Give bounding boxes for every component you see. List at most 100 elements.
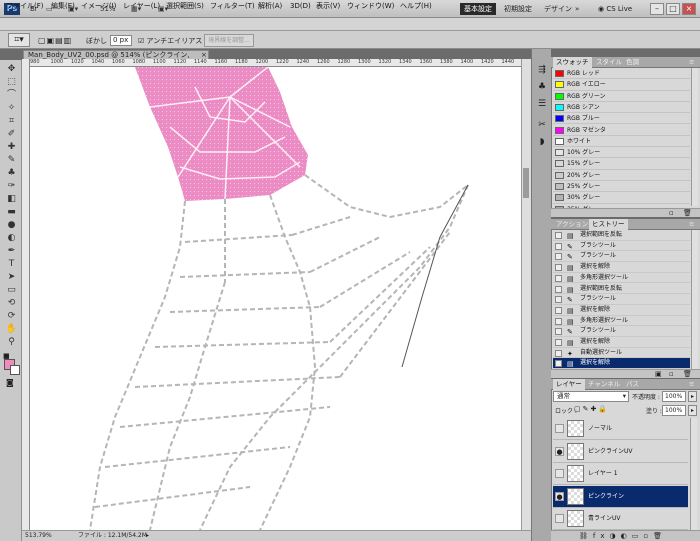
layer-name[interactable]: 青ラインUV — [588, 508, 621, 530]
move-tool-icon[interactable]: ✥ — [5, 64, 18, 74]
history-state[interactable]: ✎ ブラシツール — [553, 251, 690, 263]
history-state[interactable]: ✎ ブラシツール — [553, 294, 690, 305]
history-brush-source-box[interactable] — [555, 317, 562, 325]
menu-edit[interactable]: 編集(E) — [51, 1, 75, 12]
history-state[interactable]: ▤ 選択を解除 — [553, 262, 690, 273]
history-scrollbar[interactable] — [691, 230, 698, 369]
history-state[interactable]: ✦ 自動選択ツール — [553, 348, 690, 359]
maximize-button[interactable]: □ — [666, 3, 680, 15]
history-brush-source-box[interactable] — [555, 285, 562, 293]
swatch-item[interactable]: 25% グレー — [553, 181, 690, 193]
canvas-scroll-thumb[interactable] — [523, 168, 529, 198]
panel-menu-icon[interactable]: ≡ — [686, 57, 697, 68]
workspace-design-button[interactable]: デザイン — [544, 3, 572, 15]
refine-edge-button[interactable]: 境界線を調整... — [204, 34, 254, 47]
fill-slider-button[interactable]: ▸ — [688, 405, 697, 416]
swatch-item[interactable]: 15% グレー — [553, 158, 690, 170]
marquee-tool-icon[interactable]: ⬚ — [5, 77, 18, 87]
status-zoom[interactable]: 513.79% — [25, 531, 52, 541]
lock-icons[interactable]: ▢✎✚🔒 — [574, 405, 609, 413]
tab-adjustments[interactable]: 色調 — [623, 57, 642, 68]
clone-source-dock-icon[interactable]: ☰ — [536, 99, 548, 110]
hand-tool-icon[interactable]: ✋ — [5, 324, 18, 334]
menu-filter[interactable]: フィルター(T) — [210, 1, 255, 12]
gradient-tool-icon[interactable]: ▬ — [5, 207, 18, 217]
panel-menu-icon[interactable]: ≡ — [686, 379, 697, 390]
masks-dock-icon[interactable]: ◗ — [536, 137, 548, 148]
tab-actions[interactable]: アクション — [553, 219, 591, 230]
history-state[interactable]: ▤ 選択を解除 — [553, 358, 690, 370]
quick-selection-icon[interactable]: ✧ — [5, 103, 18, 113]
layer-footer-icons[interactable]: ⛓fx◑◐▭▫🗑 — [579, 531, 667, 541]
history-brush-source-box[interactable] — [555, 242, 562, 250]
menu-help[interactable]: ヘルプ(H) — [400, 1, 432, 12]
tab-swatches[interactable]: スウォッチ — [553, 57, 592, 68]
brush-tool-icon[interactable]: ✎ — [5, 155, 18, 165]
healing-brush-icon[interactable]: ✚ — [5, 142, 18, 152]
selection-mode-icons[interactable]: ▢▣▤▥ — [38, 36, 72, 45]
history-state[interactable]: ✎ ブラシツール — [553, 326, 690, 337]
dodge-tool-icon[interactable]: ◐ — [5, 233, 18, 243]
brush-presets-dock-icon[interactable]: ♣ — [536, 82, 548, 93]
history-brush-source-box[interactable] — [555, 264, 562, 272]
tab-history[interactable]: ヒストリー — [589, 219, 628, 230]
history-brush-source-box[interactable] — [555, 232, 562, 239]
delete-state-icon[interactable]: 🗑 — [683, 370, 692, 378]
menu-file[interactable]: ファイル(F) — [6, 1, 44, 12]
workspace-essentials-button[interactable]: 基本設定 — [460, 3, 496, 15]
zoom-tool-icon[interactable]: ⚲ — [5, 337, 18, 347]
close-button[interactable]: × — [682, 3, 696, 15]
visibility-eye-icon[interactable] — [555, 514, 564, 523]
actions-dock-icon[interactable]: ⇶ — [536, 65, 548, 76]
shape-tool-icon[interactable]: ▭ — [5, 285, 18, 295]
clone-stamp-icon[interactable]: ♣ — [5, 168, 18, 178]
workspace-more-button[interactable]: » — [575, 3, 579, 15]
swatch-item[interactable]: 20% グレー — [553, 170, 690, 181]
canvas-vertical-scrollbar[interactable] — [521, 59, 531, 530]
document-canvas[interactable] — [30, 66, 521, 531]
visibility-eye-icon[interactable]: ● — [555, 491, 564, 501]
fill-input[interactable]: 100% — [662, 405, 686, 416]
history-state[interactable]: ▤ 選択範囲を反転 — [553, 284, 690, 295]
layers-scrollbar[interactable] — [690, 418, 697, 530]
visibility-eye-icon[interactable]: ● — [555, 446, 564, 456]
menu-view[interactable]: 表示(V) — [316, 1, 340, 12]
opacity-slider-button[interactable]: ▸ — [688, 391, 697, 402]
layer-name[interactable]: ピンクラインUV — [588, 441, 633, 463]
history-brush-source-box[interactable] — [555, 296, 562, 304]
layer-name[interactable]: ピンクライン — [588, 486, 624, 508]
workspace-initial-button[interactable]: 初期設定 — [504, 3, 532, 15]
menu-window[interactable]: ウィンドウ(W) — [347, 1, 394, 12]
tab-paths[interactable]: パス — [623, 379, 642, 390]
cs-live-button[interactable]: ◉ CS Live — [598, 3, 632, 15]
history-brush-source-box[interactable] — [555, 339, 562, 346]
minimize-button[interactable]: – — [650, 3, 664, 15]
history-state[interactable]: ▤ 多角形選択ツール — [553, 316, 690, 327]
blur-tool-icon[interactable]: ● — [5, 220, 18, 230]
layer-name[interactable]: レイヤー 1 — [588, 463, 618, 485]
quick-mask-icon[interactable]: ◙ — [6, 378, 14, 387]
panel-menu-icon[interactable]: ≡ — [686, 219, 697, 230]
layer-row[interactable]: レイヤー 1 — [553, 463, 688, 485]
menu-analysis[interactable]: 解析(A) — [258, 1, 282, 12]
history-state[interactable]: ✎ ブラシツール — [553, 241, 690, 252]
opacity-input[interactable]: 100% — [662, 391, 686, 402]
history-state[interactable]: ▤ 選択を解除 — [553, 305, 690, 316]
menu-select[interactable]: 選択範囲(S) — [166, 1, 204, 12]
eraser-tool-icon[interactable]: ◧ — [5, 194, 18, 204]
tab-layers[interactable]: レイヤー — [553, 379, 585, 390]
layer-row[interactable]: ● ピンクライン — [553, 485, 688, 508]
swatch-item[interactable]: RGB レッド — [553, 68, 690, 80]
layer-name[interactable]: ノーマル — [588, 418, 612, 440]
menu-image[interactable]: イメージ(I) — [81, 1, 116, 12]
3d-camera-icon[interactable]: ⟳ — [5, 311, 18, 321]
swatch-item[interactable]: 30% グレー — [553, 192, 690, 204]
visibility-eye-icon[interactable] — [555, 469, 564, 478]
tool-presets-dock-icon[interactable]: ✂ — [536, 120, 548, 131]
history-brush-icon[interactable]: ✑ — [5, 181, 18, 191]
tab-channels[interactable]: チャンネル — [585, 379, 623, 390]
close-tab-icon[interactable]: × — [201, 51, 207, 59]
status-arrow-icon[interactable]: ▸ — [146, 531, 149, 541]
swatch-item[interactable]: ホワイト — [553, 136, 690, 148]
history-state[interactable]: ▤ 選択を解除 — [553, 337, 690, 348]
